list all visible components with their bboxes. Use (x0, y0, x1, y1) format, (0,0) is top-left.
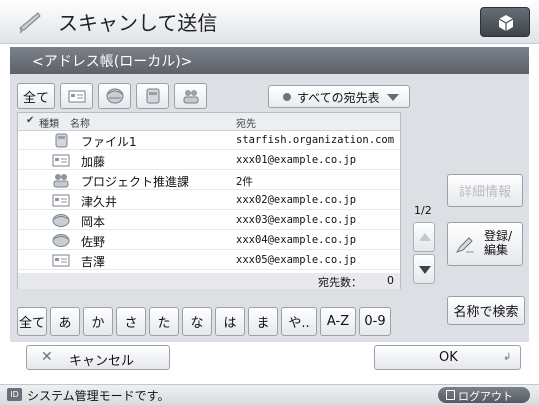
file-type-icon (146, 88, 159, 104)
ifax-icon (50, 213, 72, 228)
row-name: ファイル1 (81, 135, 137, 149)
index-button[interactable]: ま (248, 307, 278, 336)
filter-all-button[interactable]: 全て (17, 83, 55, 109)
table-row[interactable]: プロジェクト推進課 2件 (18, 172, 400, 190)
email-icon (50, 153, 72, 168)
logout-button[interactable]: ログアウト (438, 387, 530, 403)
register-edit-button[interactable]: 登録/ 編集 (447, 222, 523, 266)
page-indicator: 1/2 (414, 204, 432, 217)
scroll-up-button[interactable] (413, 222, 435, 252)
main-menu-button[interactable] (480, 7, 530, 37)
column-check: ✔ (26, 115, 35, 126)
table-row[interactable]: 吉澤 xxx05@example.co.jp (18, 252, 400, 270)
index-button[interactable]: な (182, 307, 212, 336)
destination-select-value: すべての宛先表 (297, 91, 380, 105)
filter-ifax-button[interactable] (98, 83, 131, 109)
logout-label: ログアウト (458, 390, 513, 403)
index-button[interactable]: は (215, 307, 245, 336)
arrow-up-icon (419, 233, 431, 241)
file-icon (50, 133, 72, 148)
row-address: xxx05@example.co.jp (236, 254, 357, 266)
title-bar: スキャンして送信 (0, 0, 539, 44)
index-button[interactable]: や.. (281, 307, 317, 336)
cancel-button[interactable]: ✕ キャンセル (26, 345, 170, 370)
id-badge-icon: ID (7, 388, 22, 401)
address-book-panel: 全て すべての宛先表 ✔ 種類 名称 宛先 ファイル1 starfish.org… (10, 74, 529, 342)
index-button[interactable]: A-Z (320, 307, 356, 336)
row-name: 佐野 (81, 235, 106, 249)
column-address: 宛先 (236, 119, 256, 130)
edit-label: 編集 (484, 243, 509, 257)
chevron-down-icon (387, 94, 399, 101)
email-icon (50, 253, 72, 268)
page-title: スキャンして送信 (58, 11, 218, 35)
ifax-type-icon (106, 88, 123, 104)
table-row[interactable]: 岡本 xxx03@example.co.jp (18, 212, 400, 230)
row-name: 加藤 (81, 155, 106, 169)
destination-count: 宛先数： 0 (18, 273, 400, 289)
row-name: プロジェクト推進課 (81, 175, 190, 189)
destination-list-select[interactable]: すべての宛先表 (268, 85, 410, 108)
row-name: 吉澤 (81, 255, 106, 269)
group-type-icon (183, 90, 198, 104)
cancel-label: キャンセル (69, 354, 135, 369)
destination-select-dot (283, 93, 291, 101)
pencil-edit-icon (455, 237, 474, 253)
close-icon: ✕ (41, 349, 53, 365)
email-type-icon (68, 90, 85, 102)
search-by-name-button[interactable]: 名称で検索 (447, 296, 525, 325)
filter-group-button[interactable] (174, 83, 207, 109)
row-address: xxx03@example.co.jp (236, 214, 357, 226)
index-button[interactable]: た (149, 307, 179, 336)
index-button[interactable]: 0-9 (359, 307, 391, 336)
list-header: ✔ 種類 名称 宛先 (18, 113, 400, 131)
row-address: xxx01@example.co.jp (236, 154, 357, 166)
ifax-icon (50, 233, 72, 248)
address-list: ✔ 種類 名称 宛先 ファイル1 starfish.organization.co… (17, 112, 401, 289)
row-name: 津久井 (81, 195, 118, 209)
filter-file-button[interactable] (136, 83, 169, 109)
column-type[interactable]: 種類 (39, 115, 59, 130)
scroll-down-button[interactable] (413, 254, 435, 284)
index-button[interactable]: あ (50, 307, 80, 336)
address-book-header: <アドレス帳(ローカル)> (10, 47, 529, 74)
destination-count-value: 0 (387, 274, 394, 287)
table-row[interactable]: ファイル1 starfish.organization.com (18, 132, 400, 150)
email-icon (50, 193, 72, 208)
index-button[interactable]: 全て (17, 307, 47, 336)
destination-count-label: 宛先数： (318, 276, 362, 289)
table-row[interactable]: 佐野 xxx04@example.co.jp (18, 232, 400, 250)
register-label: 登録/ (484, 229, 513, 243)
row-name: 岡本 (81, 215, 106, 229)
arrow-down-icon (419, 266, 431, 274)
detail-info-label: 詳細情報 (458, 185, 511, 200)
address-book-title: <アドレス帳(ローカル)> (32, 54, 193, 70)
status-bar: ID システム管理モードです。 ログアウト (0, 384, 539, 405)
table-row[interactable]: 津久井 xxx02@example.co.jp (18, 192, 400, 210)
table-row[interactable]: 加藤 xxx01@example.co.jp (18, 152, 400, 170)
status-message: システム管理モードです。 (27, 389, 170, 403)
logout-icon (446, 390, 455, 400)
enter-corner-icon: ↲ (503, 352, 512, 363)
row-address: xxx04@example.co.jp (236, 234, 357, 246)
row-address: xxx02@example.co.jp (236, 194, 357, 206)
row-address: starfish.organization.com (236, 134, 395, 146)
index-button[interactable]: さ (116, 307, 146, 336)
cube-menu-icon (498, 15, 514, 31)
scan-send-icon (19, 12, 41, 34)
ok-label: OK (439, 350, 458, 365)
column-name[interactable]: 名称 (70, 115, 90, 130)
detail-info-button[interactable]: 詳細情報 (447, 174, 523, 207)
group-icon (50, 173, 72, 188)
row-address: 2件 (236, 176, 253, 188)
ok-button[interactable]: OK ↲ (374, 345, 521, 370)
filter-email-button[interactable] (60, 83, 93, 109)
index-button[interactable]: か (83, 307, 113, 336)
